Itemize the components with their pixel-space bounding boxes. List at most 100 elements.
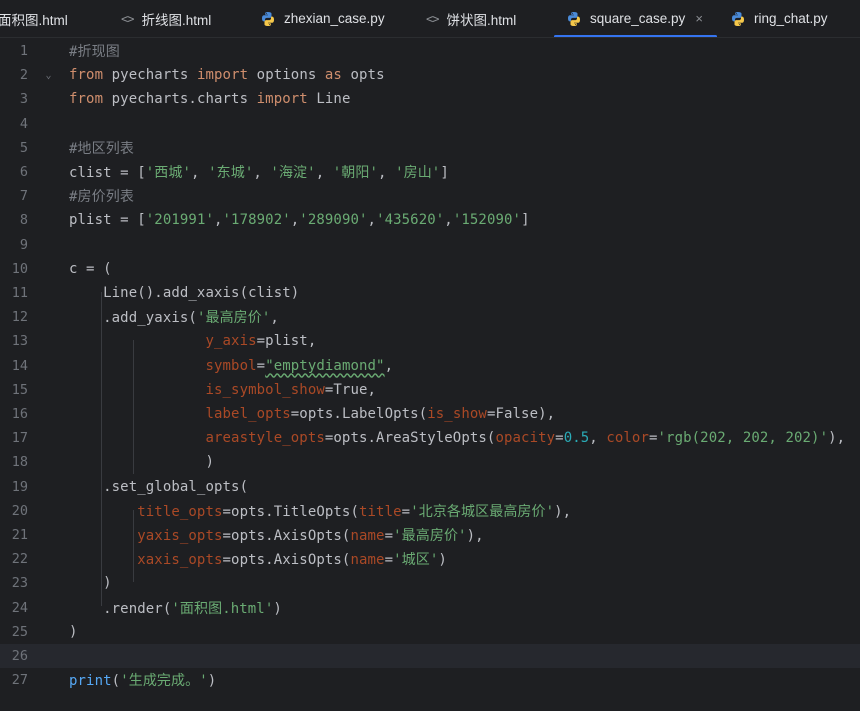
code-line[interactable]: 20 title_opts=opts.TitleOpts(title='北京各城… [0,499,860,523]
code-token: title_opts [137,503,223,520]
code-editor[interactable]: 1 #折现图 2 ⌄ from pyecharts import options as … [0,38,860,711]
code-token: pyecharts.charts [103,91,257,108]
code-token: = [649,430,658,447]
code-token: = [256,357,266,374]
code-token: '最高房价' [393,528,467,545]
code-line[interactable]: 27 print('生成完成。') [0,668,860,692]
tab-square-case-py[interactable]: square_case.py × [554,0,717,37]
code-text: from pyecharts import options as opts [69,67,385,83]
line-number: 8 [19,212,28,229]
code-token: pyecharts [103,67,197,84]
code-token: = [555,430,564,447]
tab-zhexian-case-py[interactable]: zhexian_case.py [260,0,385,37]
code-token: color [606,430,649,447]
code-line[interactable]: 9 [0,233,860,257]
code-line[interactable]: 5 #地区列表 [0,136,860,160]
code-text: print('生成完成。') [69,670,216,690]
line-number: 7 [19,188,28,205]
tab-bingzhuangtu-html[interactable]: <> 饼状图.html [426,0,516,37]
tab-label: 面积图.html [0,12,68,28]
code-text: y_axis=plist, [69,333,316,349]
code-text: plist = ['201991','178902','289090','435… [69,212,530,228]
code-token: name [350,552,385,569]
code-token: '北京各城区最高房价' [410,503,555,520]
python-file-icon [730,11,746,27]
code-token: =False), [486,406,556,423]
code-token: ) [69,454,214,471]
code-text: Line().add_xaxis(clist) [69,285,299,301]
code-text: ) [69,624,78,640]
code-line[interactable]: 4 [0,112,860,136]
python-file-icon [566,11,582,27]
code-line[interactable]: 17 areastyle_opts=opts.AreaStyleOpts(opa… [0,426,860,450]
code-line[interactable]: 22 xaxis_opts=opts.AxisOpts(name='城区') [0,547,860,571]
tab-mianjitu-html[interactable]: 面积图.html [0,0,68,37]
line-number: 14 [11,357,28,374]
code-token: , [253,165,271,182]
code-line[interactable]: 18 ) [0,450,860,474]
code-line[interactable]: 21 yaxis_opts=opts.AxisOpts(name='最高房价')… [0,523,860,547]
code-token: '152090' [452,212,522,229]
code-line[interactable]: 19 .set_global_opts( [0,475,860,499]
tab-zhexiantu-html[interactable]: <> 折线图.html [121,0,211,37]
code-token: , [444,212,453,229]
html-file-icon: <> [426,11,439,26]
line-number: 27 [11,672,28,689]
code-line[interactable]: 15 is_symbol_show=True, [0,378,860,402]
code-line[interactable]: 3 from pyecharts.charts import Line [0,87,860,111]
line-number: 13 [11,333,28,350]
line-number: 1 [19,43,28,60]
code-text: symbol="emptydiamond", [69,358,393,374]
code-text: areastyle_opts=opts.AreaStyleOpts(opacit… [69,430,845,446]
code-line[interactable]: 14 symbol="emptydiamond", [0,354,860,378]
line-number: 6 [19,164,28,181]
close-icon[interactable]: × [695,11,703,26]
code-token: .render( [69,600,172,617]
code-token: =opts.LabelOpts( [290,406,428,423]
code-line[interactable]: 7 #房价列表 [0,184,860,208]
line-number: 12 [11,309,28,326]
tab-ring-chat-py[interactable]: ring_chat.py [730,0,828,37]
code-token: opts [341,67,385,84]
code-line[interactable]: 23 ) [0,571,860,595]
code-token: , [214,212,223,229]
code-token: print [69,673,112,690]
code-line[interactable]: 6 clist = ['西城', '东城', '海淀', '朝阳', '房山'] [0,160,860,184]
code-token: =opts.TitleOpts( [222,503,359,520]
code-token: is_symbol_show [205,381,325,398]
code-line[interactable]: 13 y_axis=plist, [0,329,860,353]
code-line[interactable]: 16 label_opts=opts.LabelOpts(is_show=Fal… [0,402,860,426]
code-line[interactable]: 24 .render('面积图.html') [0,596,860,620]
code-line[interactable]: 2 ⌄ from pyecharts import options as opts [0,63,860,87]
code-token: "emptydiamond" [265,357,385,374]
code-line[interactable]: 10 c = ( [0,257,860,281]
code-token: = [384,528,394,545]
code-line[interactable]: 26 [0,644,860,669]
code-line[interactable]: 1 #折现图 [0,39,860,63]
line-number: 2 [19,67,28,84]
code-line[interactable]: 8 plist = ['201991','178902','289090','43… [0,208,860,232]
code-line[interactable]: 12 .add_yaxis('最高房价', [0,305,860,329]
code-token: #地区列表 [69,140,134,157]
code-text: from pyecharts.charts import Line [69,91,351,107]
code-line[interactable]: 11 Line().add_xaxis(clist) [0,281,860,305]
code-token: #折现图 [69,44,120,61]
code-text: title_opts=opts.TitleOpts(title='北京各城区最高… [69,501,571,521]
code-text: ) [69,454,214,470]
code-token: ) [438,552,447,569]
line-number: 22 [11,551,28,568]
line-number: 24 [11,599,28,616]
code-text: label_opts=opts.LabelOpts(is_show=False)… [69,406,555,422]
code-text: .set_global_opts( [69,479,248,495]
code-token: c = ( [69,260,112,277]
line-number: 26 [11,648,28,665]
code-token: y_axis [205,333,257,350]
code-line[interactable]: 25) [0,620,860,644]
line-number: 18 [11,454,28,471]
code-token: .set_global_opts( [69,478,249,495]
code-token: from [69,67,104,84]
code-token: ), [828,430,846,447]
code-token: =opts.AxisOpts( [222,552,351,569]
